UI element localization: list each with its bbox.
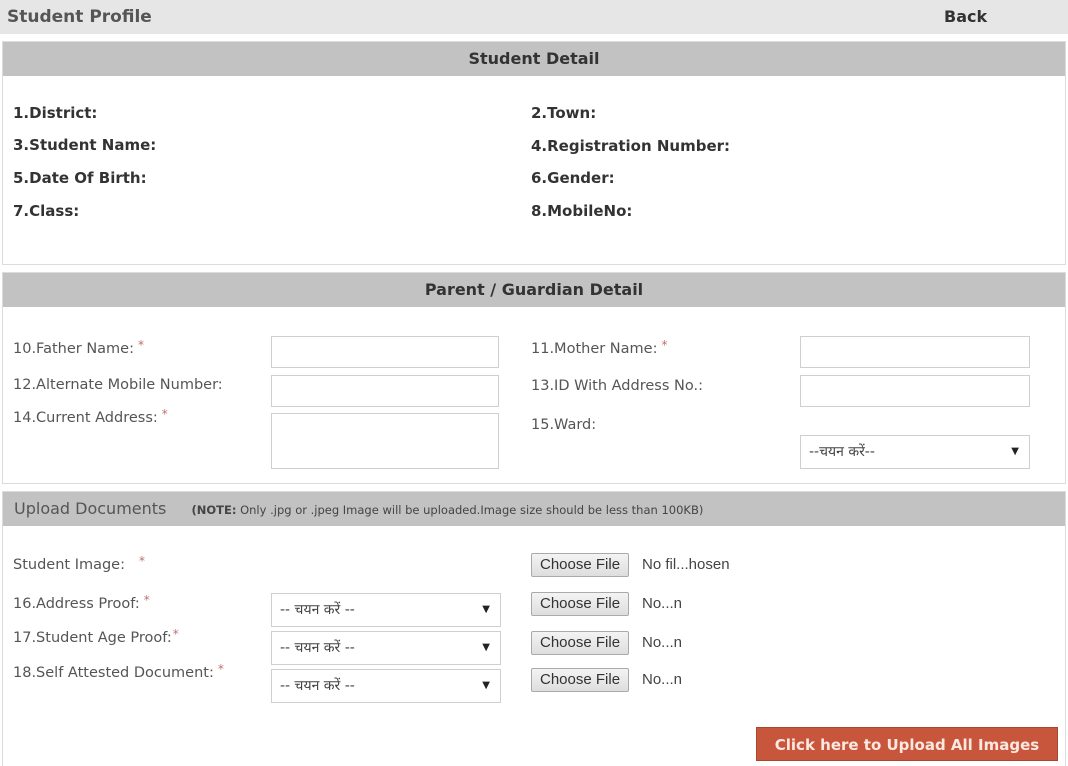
file-status: No...n: [642, 595, 683, 612]
required-marker: *: [139, 554, 145, 568]
mother-name-label: 11.Mother Name: *: [531, 338, 668, 357]
age-proof-select[interactable]: -- चयन करें -- ▼: [271, 631, 501, 665]
father-name-label: 10.Father Name: *: [13, 338, 144, 357]
self-attested-label: 18.Self Attested Document: *: [13, 662, 224, 681]
ward-selected-value: --चयन करें--: [809, 444, 875, 460]
upload-documents-heading: Upload Documents (NOTE: Only .jpg or .jp…: [3, 492, 1065, 526]
mother-name-text: 11.Mother Name:: [531, 341, 658, 357]
mobile-label: 8.MobileNo:: [531, 202, 633, 220]
choose-file-button[interactable]: Choose File: [531, 668, 630, 692]
mother-name-input[interactable]: [800, 336, 1030, 368]
required-marker: *: [161, 407, 168, 421]
age-proof-text: 17.Student Age Proof:: [13, 630, 172, 646]
registration-number-label: 4.Registration Number:: [531, 137, 731, 155]
upload-heading-text: Upload Documents: [14, 499, 167, 518]
current-address-label: 14.Current Address: *: [13, 407, 168, 426]
alt-mobile-label: 12.Alternate Mobile Number:: [13, 377, 223, 393]
town-label: 2.Town:: [531, 104, 597, 122]
current-address-textarea[interactable]: [271, 413, 499, 469]
top-bar: Student Profile Back: [0, 0, 1068, 34]
note-text: Only .jpg or .jpeg Image will be uploade…: [236, 503, 704, 517]
chevron-down-icon: ▼: [482, 604, 490, 615]
address-proof-select[interactable]: -- चयन करें -- ▼: [271, 593, 501, 627]
gender-label: 6.Gender:: [531, 169, 615, 187]
chevron-down-icon: ▼: [1011, 446, 1019, 457]
chevron-down-icon: ▼: [482, 642, 490, 653]
upload-documents-panel: Upload Documents (NOTE: Only .jpg or .jp…: [2, 491, 1066, 766]
required-marker: *: [143, 593, 150, 607]
student-image-text: Student Image:: [13, 557, 125, 573]
file-status: No...n: [642, 671, 683, 688]
required-marker: *: [217, 662, 224, 676]
file-status: No...n: [642, 634, 683, 651]
student-image-label: Student Image: *: [13, 554, 145, 573]
choose-file-button[interactable]: Choose File: [531, 592, 630, 616]
file-status: No fil...hosen: [642, 556, 730, 573]
student-name-label: 3.Student Name:: [13, 136, 157, 154]
student-detail-heading: Student Detail: [3, 42, 1065, 76]
dob-label: 5.Date Of Birth:: [13, 169, 147, 187]
required-marker: *: [661, 338, 668, 352]
id-address-label: 13.ID With Address No.:: [531, 378, 703, 394]
address-proof-selected-value: -- चयन करें --: [280, 602, 355, 618]
age-proof-selected-value: -- चयन करें --: [280, 640, 355, 656]
upload-note: (NOTE: Only .jpg or .jpeg Image will be …: [191, 503, 703, 517]
ward-select[interactable]: --चयन करें-- ▼: [800, 435, 1030, 469]
address-proof-label: 16.Address Proof: *: [13, 593, 150, 612]
address-proof-text: 16.Address Proof:: [13, 596, 140, 612]
district-label: 1.District:: [13, 104, 98, 122]
id-address-input[interactable]: [800, 375, 1030, 407]
age-proof-label: 17.Student Age Proof:*: [13, 627, 179, 646]
self-attested-select[interactable]: -- चयन करें -- ▼: [271, 669, 501, 703]
choose-file-button[interactable]: Choose File: [531, 553, 630, 577]
alt-mobile-input[interactable]: [271, 375, 499, 407]
required-marker: *: [172, 627, 179, 641]
chevron-down-icon: ▼: [482, 680, 490, 691]
back-link[interactable]: Back: [944, 7, 987, 26]
self-attested-selected-value: -- चयन करें --: [280, 678, 355, 694]
father-name-text: 10.Father Name:: [13, 341, 134, 357]
page-title: Student Profile: [7, 7, 152, 27]
self-attested-text: 18.Self Attested Document:: [13, 665, 214, 681]
father-name-input[interactable]: [271, 336, 499, 368]
choose-file-button[interactable]: Choose File: [531, 631, 630, 655]
parent-detail-heading: Parent / Guardian Detail: [3, 273, 1065, 307]
current-address-text: 14.Current Address:: [13, 410, 158, 426]
upload-all-images-button[interactable]: Click here to Upload All Images: [756, 727, 1058, 761]
required-marker: *: [137, 338, 144, 352]
ward-label: 15.Ward:: [531, 417, 597, 433]
note-label: (NOTE:: [191, 503, 237, 517]
class-label: 7.Class:: [13, 202, 80, 220]
